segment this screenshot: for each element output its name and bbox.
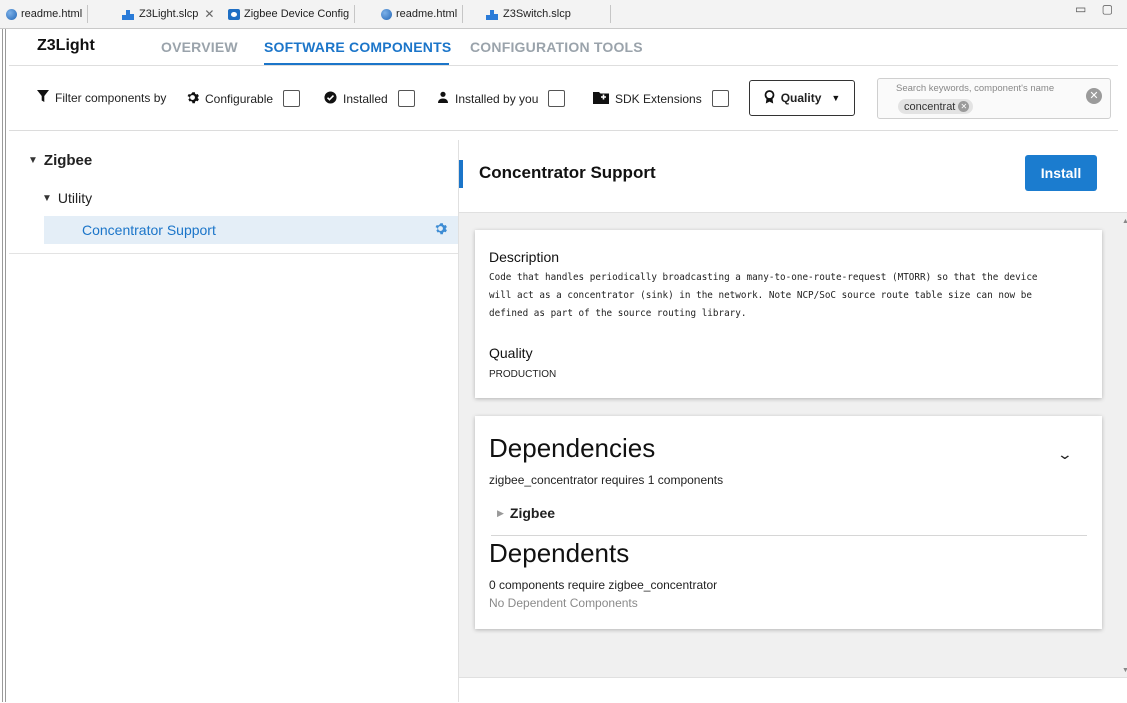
tab-readme-html-2[interactable]: readme.html bbox=[381, 4, 464, 24]
filter-installed[interactable]: Installed bbox=[324, 90, 415, 107]
dependents-summary: 0 components require zigbee_concentrator bbox=[489, 578, 718, 592]
installed-by-you-checkbox[interactable] bbox=[548, 90, 566, 107]
quality-heading: Quality bbox=[489, 345, 533, 361]
tab-z3switch-slcp[interactable]: Z3Switch.slcp bbox=[486, 4, 611, 24]
configurable-checkbox[interactable] bbox=[283, 90, 301, 107]
installed-checkbox[interactable] bbox=[397, 90, 415, 107]
globe-icon bbox=[6, 8, 17, 20]
description-heading: Description bbox=[489, 249, 560, 265]
divider bbox=[491, 535, 1087, 536]
page-title: Z3Light bbox=[37, 37, 95, 54]
award-ribbon-icon bbox=[764, 89, 775, 107]
tab-readme-html-1[interactable]: readme.html bbox=[6, 4, 89, 24]
gear-icon[interactable] bbox=[434, 222, 447, 238]
caret-down-icon[interactable]: ▼ bbox=[42, 193, 52, 204]
dependencies-heading: Dependencies bbox=[489, 433, 656, 463]
globe-icon bbox=[381, 8, 392, 20]
person-icon bbox=[437, 91, 449, 106]
extension-folder-icon bbox=[593, 91, 609, 107]
editor-tab-bar: readme.html Z3Light.slcp ✕ Zigbee Device… bbox=[0, 0, 1127, 29]
component-tree: ▼ Zigbee ▼ Utility Concentrator Support bbox=[9, 140, 459, 702]
dependents-heading: Dependents bbox=[489, 538, 630, 568]
dependencies-card: Dependencies ⌄ zigbee_concentrator requi… bbox=[475, 416, 1102, 629]
slcp-project-icon bbox=[122, 9, 135, 20]
dependents-empty-text: No Dependent Components bbox=[489, 596, 638, 610]
detail-footer bbox=[459, 677, 1127, 703]
dependencies-summary: zigbee_concentrator requires 1 component… bbox=[489, 473, 724, 487]
remove-chip-icon[interactable]: ✕ bbox=[958, 101, 970, 112]
tree-node-utility[interactable]: ▼ Utility bbox=[42, 190, 92, 206]
description-line: defined as part of the source routing li… bbox=[489, 308, 747, 319]
window-left-edge bbox=[0, 28, 9, 702]
tab-label: Z3Switch.slcp bbox=[503, 8, 571, 20]
close-tab-icon[interactable]: ✕ bbox=[204, 7, 214, 21]
quality-dropdown[interactable]: Quality ▼ bbox=[749, 80, 855, 116]
filter-configurable[interactable]: Configurable bbox=[186, 90, 301, 107]
gear-icon bbox=[186, 91, 199, 107]
tree-node-concentrator-support[interactable]: Concentrator Support bbox=[44, 216, 458, 244]
detail-header: Concentrator Support Install bbox=[459, 140, 1127, 213]
clear-search-icon[interactable]: ✕ bbox=[1086, 88, 1102, 104]
caret-down-icon[interactable]: ▼ bbox=[28, 155, 38, 166]
filter-bar: Filter components by Configurable Instal… bbox=[9, 66, 1118, 131]
tab-label: readme.html bbox=[396, 8, 458, 20]
scroll-up-icon[interactable]: ▲ bbox=[1122, 218, 1127, 225]
device-config-icon bbox=[228, 8, 240, 20]
caret-down-icon: ▼ bbox=[831, 93, 841, 103]
search-placeholder: Search keywords, component's name bbox=[896, 83, 1055, 94]
chevron-down-icon[interactable]: ⌄ bbox=[1057, 446, 1073, 463]
component-detail-panel: Concentrator Support Install Description… bbox=[459, 140, 1127, 703]
tab-configuration-tools[interactable]: CONFIGURATION TOOLS bbox=[470, 39, 643, 55]
filter-sdk-extensions[interactable]: SDK Extensions bbox=[593, 90, 729, 107]
filter-icon bbox=[37, 90, 49, 106]
window-controls[interactable]: ▭ ▢ bbox=[1075, 2, 1119, 16]
active-tab-indicator bbox=[264, 63, 449, 65]
search-input[interactable]: Search keywords, component's name concen… bbox=[877, 78, 1111, 119]
tab-label: Zigbee Device Config bbox=[244, 8, 350, 20]
filter-installed-by-you[interactable]: Installed by you bbox=[437, 90, 566, 107]
tab-z3light-slcp[interactable]: Z3Light.slcp ✕ bbox=[122, 4, 214, 24]
install-button[interactable]: Install bbox=[1025, 155, 1097, 191]
search-chip[interactable]: concentrat ✕ bbox=[898, 99, 974, 114]
sdk-extensions-checkbox[interactable] bbox=[711, 90, 729, 107]
quality-value: PRODUCTION bbox=[489, 369, 557, 380]
description-card: Description Code that handles periodical… bbox=[475, 230, 1102, 398]
slcp-project-icon bbox=[486, 9, 499, 20]
tree-node-zigbee[interactable]: ▼ Zigbee bbox=[28, 152, 92, 169]
dependency-group-zigbee[interactable]: ▶ Zigbee bbox=[497, 505, 555, 521]
tab-overview[interactable]: OVERVIEW bbox=[161, 39, 238, 55]
project-header: Z3Light OVERVIEW SOFTWARE COMPONENTS CON… bbox=[9, 29, 1118, 66]
title-accent-bar bbox=[459, 160, 463, 188]
component-title: Concentrator Support bbox=[479, 163, 656, 182]
description-line: Code that handles periodically broadcast… bbox=[489, 272, 1038, 283]
tab-label: Z3Light.slcp bbox=[139, 8, 199, 20]
tab-software-components[interactable]: SOFTWARE COMPONENTS bbox=[264, 39, 451, 55]
check-circle-icon bbox=[324, 90, 337, 107]
scroll-down-icon[interactable]: ▼ bbox=[1122, 667, 1127, 674]
description-line: will act as a concentrator (sink) in the… bbox=[489, 290, 1032, 301]
filter-label: Filter components by bbox=[37, 90, 166, 106]
tree-node-label: Concentrator Support bbox=[82, 222, 216, 238]
tab-label: readme.html bbox=[21, 8, 83, 20]
divider bbox=[9, 253, 458, 254]
caret-right-icon[interactable]: ▶ bbox=[497, 508, 504, 519]
tab-zigbee-device-config[interactable]: Zigbee Device Config bbox=[228, 4, 356, 24]
